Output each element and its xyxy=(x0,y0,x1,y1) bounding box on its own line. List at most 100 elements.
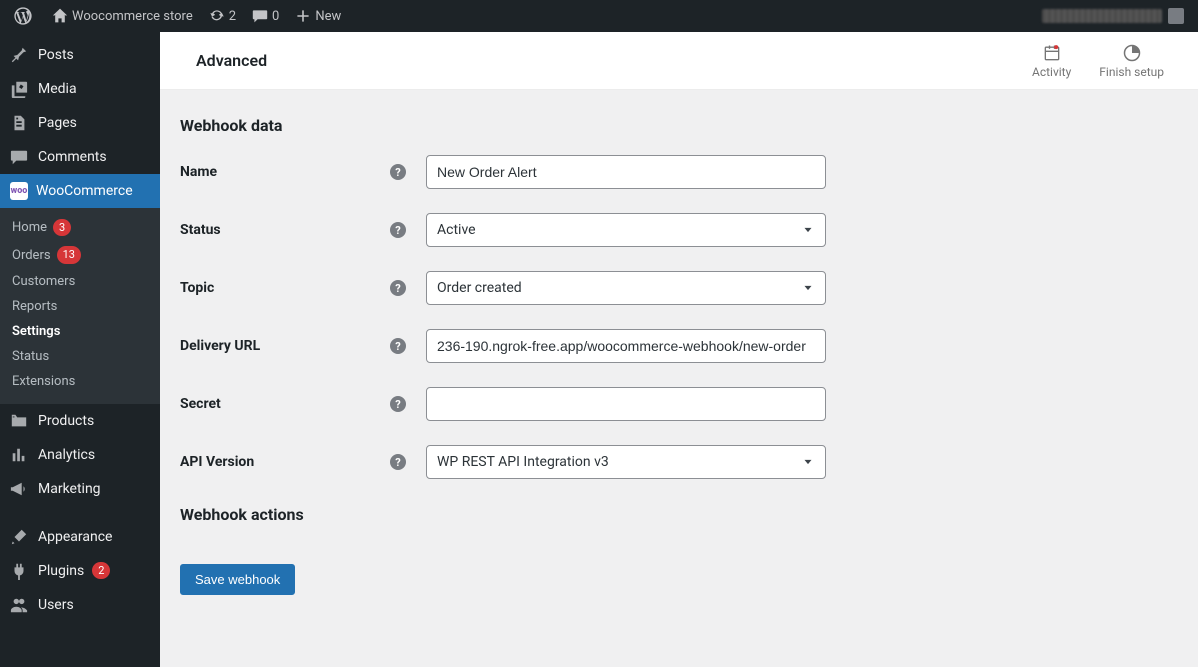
page-title: Advanced xyxy=(196,51,267,70)
sidebar-item-label: Users xyxy=(38,597,74,613)
sidebar-item-analytics[interactable]: Analytics xyxy=(0,438,160,472)
secret-input[interactable] xyxy=(426,387,826,421)
comments-icon xyxy=(10,148,30,166)
activity-label: Activity xyxy=(1032,65,1071,79)
webhook-form: Webhook data Name ? Status ? Active Topi… xyxy=(160,90,1198,625)
chevron-down-icon xyxy=(801,223,815,237)
new-content-link[interactable]: New xyxy=(287,0,349,32)
user-name-blurred xyxy=(1042,9,1162,23)
topic-value: Order created xyxy=(437,280,522,296)
sidebar-item-marketing[interactable]: Marketing xyxy=(0,472,160,506)
help-icon[interactable]: ? xyxy=(390,338,406,354)
submenu-label: Extensions xyxy=(12,374,75,389)
progress-icon xyxy=(1122,43,1142,63)
save-webhook-button[interactable]: Save webhook xyxy=(180,564,295,595)
new-label: New xyxy=(315,9,341,24)
activity-button[interactable]: Activity xyxy=(1018,43,1085,79)
updates-count: 2 xyxy=(229,9,236,24)
status-label: Status xyxy=(180,222,390,238)
topic-select[interactable]: Order created xyxy=(426,271,826,305)
help-icon[interactable]: ? xyxy=(390,454,406,470)
help-icon[interactable]: ? xyxy=(390,164,406,180)
user-menu[interactable] xyxy=(1034,0,1192,32)
help-icon[interactable]: ? xyxy=(390,280,406,296)
help-icon[interactable]: ? xyxy=(390,396,406,412)
section-title: Webhook data xyxy=(180,116,1178,135)
badge: 3 xyxy=(53,219,71,236)
products-icon xyxy=(10,412,30,430)
pages-icon xyxy=(10,114,30,132)
name-input[interactable] xyxy=(426,155,826,189)
url-label: Delivery URL xyxy=(180,338,390,354)
submenu-label: Customers xyxy=(12,274,75,289)
row-api-version: API Version ? WP REST API Integration v3 xyxy=(180,445,1178,479)
megaphone-icon xyxy=(10,480,30,498)
pin-icon xyxy=(10,46,30,64)
sidebar-item-label: Marketing xyxy=(38,481,101,497)
sidebar-item-comments[interactable]: Comments xyxy=(0,140,160,174)
submenu-label: Orders xyxy=(12,248,51,263)
delivery-url-input[interactable] xyxy=(426,329,826,363)
chevron-down-icon xyxy=(801,281,815,295)
secret-label: Secret xyxy=(180,396,390,412)
current-menu-arrow xyxy=(152,183,160,199)
badge: 13 xyxy=(57,246,81,263)
site-link[interactable]: Woocommerce store xyxy=(44,0,201,32)
users-icon xyxy=(10,596,30,614)
woocommerce-icon: woo xyxy=(10,182,28,200)
sidebar-item-media[interactable]: Media xyxy=(0,72,160,106)
api-label: API Version xyxy=(180,454,390,470)
comment-icon xyxy=(252,8,268,24)
submenu-item-orders[interactable]: Orders 13 xyxy=(0,241,160,268)
api-version-select[interactable]: WP REST API Integration v3 xyxy=(426,445,826,479)
submenu-item-home[interactable]: Home 3 xyxy=(0,214,160,241)
sidebar-item-label: Appearance xyxy=(38,529,112,545)
finish-label: Finish setup xyxy=(1099,65,1164,79)
site-name: Woocommerce store xyxy=(72,9,193,24)
submenu-item-settings[interactable]: Settings xyxy=(0,319,160,344)
activity-icon xyxy=(1042,43,1062,63)
comments-link[interactable]: 0 xyxy=(244,0,287,32)
avatar xyxy=(1168,8,1184,24)
sidebar-item-woocommerce[interactable]: woo WooCommerce xyxy=(0,174,160,208)
sidebar-item-pages[interactable]: Pages xyxy=(0,106,160,140)
plus-icon xyxy=(295,8,311,24)
sidebar-item-label: WooCommerce xyxy=(36,183,133,199)
submenu-item-customers[interactable]: Customers xyxy=(0,269,160,294)
finish-setup-button[interactable]: Finish setup xyxy=(1085,43,1178,79)
sidebar-item-posts[interactable]: Posts xyxy=(0,38,160,72)
submenu-item-extensions[interactable]: Extensions xyxy=(0,369,160,394)
wp-logo[interactable] xyxy=(6,0,44,32)
name-label: Name xyxy=(180,164,390,180)
sidebar-item-label: Posts xyxy=(38,47,74,63)
brush-icon xyxy=(10,528,30,546)
home-icon xyxy=(52,8,68,24)
submenu-label: Settings xyxy=(12,324,60,339)
submenu-label: Home xyxy=(12,220,47,235)
row-name: Name ? xyxy=(180,155,1178,189)
comments-count: 0 xyxy=(272,9,279,24)
chevron-down-icon xyxy=(801,455,815,469)
updates-link[interactable]: 2 xyxy=(201,0,244,32)
admin-bar: Woocommerce store 2 0 New xyxy=(0,0,1198,32)
sidebar-item-appearance[interactable]: Appearance xyxy=(0,520,160,554)
analytics-icon xyxy=(10,446,30,464)
row-delivery-url: Delivery URL ? xyxy=(180,329,1178,363)
help-icon[interactable]: ? xyxy=(390,222,406,238)
sidebar-item-users[interactable]: Users xyxy=(0,588,160,622)
topic-label: Topic xyxy=(180,280,390,296)
sidebar-item-label: Pages xyxy=(38,115,77,131)
submenu-label: Status xyxy=(12,349,49,364)
sidebar-item-plugins[interactable]: Plugins 2 xyxy=(0,554,160,588)
submenu-item-status[interactable]: Status xyxy=(0,344,160,369)
status-value: Active xyxy=(437,222,476,238)
sidebar-item-products[interactable]: Products xyxy=(0,404,160,438)
page-header: Advanced Activity Finish setup xyxy=(160,32,1198,90)
status-select[interactable]: Active xyxy=(426,213,826,247)
submenu-item-reports[interactable]: Reports xyxy=(0,294,160,319)
update-icon xyxy=(209,8,225,24)
admin-sidebar: Posts Media Pages Comments woo WooCommer… xyxy=(0,32,160,667)
sidebar-item-label: Plugins xyxy=(38,563,84,579)
main-content: Advanced Activity Finish setup Webhook d… xyxy=(160,32,1198,667)
api-value: WP REST API Integration v3 xyxy=(437,454,609,470)
